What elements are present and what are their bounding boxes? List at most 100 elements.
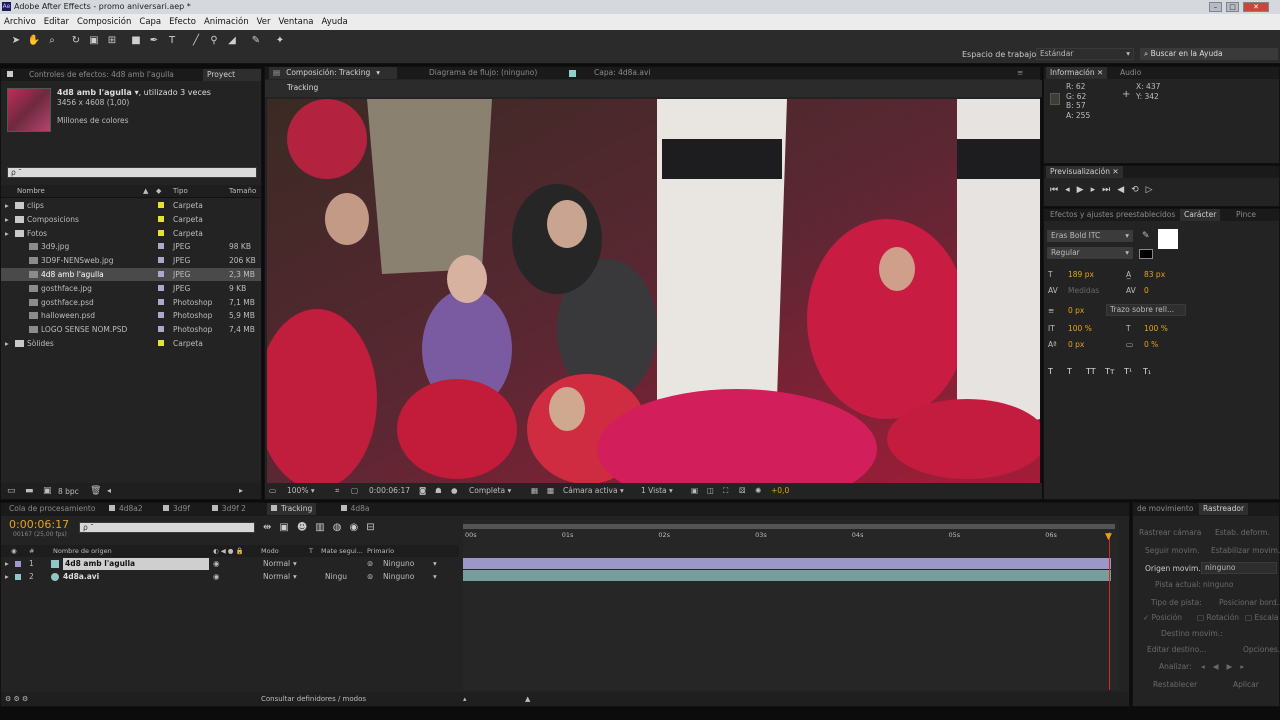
tab-audio[interactable]: Audio — [1116, 67, 1145, 79]
project-list-item[interactable]: ▸ clips Carpeta — [1, 199, 261, 212]
scale-checkbox[interactable]: □ Escala — [1245, 613, 1279, 622]
eyedropper-icon[interactable]: ✎ — [1142, 231, 1150, 241]
exposure-icon[interactable]: ✺ — [755, 483, 761, 499]
layer-2-bar[interactable] — [463, 570, 1111, 581]
font-style-select[interactable]: Regular ▾ — [1047, 247, 1133, 259]
stroke-mode-select[interactable]: Trazo sobre rell... — [1106, 304, 1186, 316]
timeline-tab[interactable]: Tracking — [267, 503, 317, 515]
edit-target-button[interactable]: Editar destino... — [1147, 645, 1206, 654]
label-color-swatch[interactable] — [158, 340, 164, 346]
pan-behind-tool-icon[interactable]: ⊞ — [104, 33, 120, 49]
track-camera-button[interactable]: Rastrear cámara — [1139, 528, 1201, 537]
next-frame-icon[interactable]: ▸ — [1091, 185, 1103, 195]
track-type-select[interactable]: Posicionar bord... — [1219, 598, 1280, 607]
puppet-pin-tool-icon[interactable]: ✦ — [272, 33, 288, 49]
toggle-3d-icon[interactable]: ⚄ — [739, 483, 746, 499]
menu-composición[interactable]: Composición — [77, 17, 131, 27]
options-button[interactable]: Opciones... — [1243, 645, 1280, 654]
subtab-tracking[interactable]: Tracking — [287, 83, 318, 92]
reset-button[interactable]: Restablecer — [1153, 680, 1197, 689]
new-folder-icon[interactable]: ▬ — [25, 486, 34, 496]
text-style-button[interactable]: TT — [1086, 367, 1105, 376]
brush-tool-icon[interactable]: ╱ — [188, 33, 204, 49]
last-frame-icon[interactable]: ⏭ — [1102, 185, 1117, 195]
project-search-input[interactable]: ρ ˜ — [7, 167, 257, 178]
layer-visibility-icon[interactable]: ◉ — [213, 571, 220, 583]
interpret-footage-icon[interactable]: ▭ — [7, 486, 16, 496]
project-list-item[interactable]: gosthface.psd Photoshop 7,1 MB — [1, 296, 261, 309]
col-source-name[interactable]: Nombre de origen — [53, 545, 112, 557]
region-of-interest-icon[interactable]: ⌗ — [335, 483, 339, 499]
text-style-button[interactable]: T₁ — [1143, 367, 1162, 376]
project-list-item[interactable]: gosthface.jpg JPEG 9 KB — [1, 282, 261, 295]
comp-mini-flowchart-icon[interactable]: ⇹ — [263, 522, 279, 533]
pen-tool-icon[interactable]: ✒ — [146, 33, 162, 49]
project-list-item[interactable]: ▸ Sòlides Carpeta — [1, 337, 261, 350]
new-composition-icon[interactable]: ▣ — [43, 486, 52, 496]
timeline-tab[interactable]: 3d9f — [159, 503, 194, 515]
frame-blending-icon[interactable]: ▥ — [315, 522, 332, 533]
rotate-tool-icon[interactable]: ↻ — [68, 33, 84, 49]
stabilize-motion-button[interactable]: Estabilizar movim. — [1211, 546, 1280, 555]
text-style-button[interactable]: T¹ — [1124, 367, 1143, 376]
time-ruler[interactable]: 00s 01s 02s 03s 04s 05s 06s — [463, 529, 1115, 543]
view-layout-select[interactable]: 1 Vista ▾ — [641, 483, 673, 499]
flowchart-icon[interactable]: ⛶ — [723, 483, 728, 499]
layer-visibility-icon[interactable]: ◉ — [213, 558, 220, 570]
layer-parent[interactable]: Ninguno — [383, 571, 414, 583]
layer-label-swatch[interactable] — [15, 574, 21, 580]
track-motion-button[interactable]: Seguir movim. — [1145, 546, 1200, 555]
selection-tool-icon[interactable]: ➤ — [8, 33, 24, 49]
rotation-checkbox[interactable]: □ Rotación — [1197, 613, 1239, 622]
menu-ver[interactable]: Ver — [257, 17, 271, 27]
camera-select[interactable]: Cámara activa ▾ — [563, 483, 624, 499]
clone-stamp-tool-icon[interactable]: ⚲ — [206, 33, 222, 49]
menu-animación[interactable]: Animación — [204, 17, 249, 27]
project-list-item[interactable]: LOGO SENSE NOM.PSD Photoshop 7,4 MB — [1, 323, 261, 336]
project-list-item[interactable]: 3d9.jpg JPEG 98 KB — [1, 240, 261, 253]
first-frame-icon[interactable]: ⏮ — [1050, 185, 1065, 195]
hide-shy-icon[interactable]: ☻ — [297, 522, 315, 533]
font-family-select[interactable]: Eras Bold ITC ▾ — [1047, 230, 1133, 242]
parent-pickwhip-icon[interactable]: ⊚ — [367, 558, 373, 570]
label-color-swatch[interactable] — [158, 215, 164, 222]
label-color-swatch[interactable] — [158, 271, 164, 277]
previous-frame-icon[interactable]: ◂ — [1065, 185, 1077, 195]
layer-label-swatch[interactable] — [15, 561, 21, 567]
col-name[interactable]: Nombre — [17, 185, 45, 198]
minimize-button[interactable]: – — [1209, 2, 1222, 12]
text-tool-icon[interactable]: T — [164, 33, 180, 49]
label-color-swatch[interactable] — [158, 284, 164, 291]
tab-info[interactable]: Información ✕ — [1046, 67, 1108, 79]
project-list-item[interactable]: halloween.psd Photoshop 5,9 MB — [1, 309, 261, 322]
menu-ventana[interactable]: Ventana — [279, 17, 314, 27]
menu-capa[interactable]: Capa — [139, 17, 161, 27]
disclosure-icon[interactable]: ▸ — [5, 213, 9, 226]
ram-preview-icon[interactable]: ▷ — [1146, 185, 1160, 195]
layer-parent[interactable]: Ninguno — [383, 558, 414, 570]
col-size[interactable]: Tamaño — [229, 185, 256, 198]
toggle-switches-modes[interactable]: Consultar definidores / modos — [261, 692, 366, 706]
rectangle-tool-icon[interactable]: ■ — [128, 33, 144, 49]
transparency-grid-icon[interactable]: ▢ — [351, 483, 358, 499]
brainstorm-icon[interactable]: ◉ — [349, 522, 366, 533]
tab-layer[interactable]: Capa: 4d8a.avi — [565, 67, 655, 79]
reset-exposure-icon[interactable]: ◫ — [707, 483, 714, 499]
show-snapshot-icon[interactable]: ☗ — [435, 483, 442, 499]
loop-icon[interactable]: ⟲ — [1131, 185, 1146, 195]
maximize-button[interactable]: □ — [1226, 2, 1239, 12]
current-time-display[interactable]: 0:00:06:17 — [369, 483, 410, 499]
roto-brush-tool-icon[interactable]: ✎ — [248, 33, 264, 49]
col-track-matte[interactable]: Mate segui... — [321, 545, 363, 557]
motion-source-select[interactable]: ninguno — [1201, 562, 1277, 574]
baseline-shift-value[interactable]: 0 px — [1068, 337, 1084, 352]
draft-3d-icon[interactable]: ▣ — [279, 522, 296, 533]
snapshot-icon[interactable]: ◙ — [419, 483, 426, 499]
col-mode[interactable]: Modo — [261, 545, 279, 557]
leading-value[interactable]: 83 px — [1144, 267, 1165, 282]
layer-mode[interactable]: Normal — [263, 571, 290, 583]
label-color-swatch[interactable] — [158, 298, 164, 305]
project-list-item[interactable]: 3D9F-NENSweb.jpg JPEG 206 KB — [1, 254, 261, 267]
magnification-select[interactable]: 100% ▾ — [287, 483, 315, 499]
exposure-value[interactable]: +0,0 — [771, 483, 789, 499]
